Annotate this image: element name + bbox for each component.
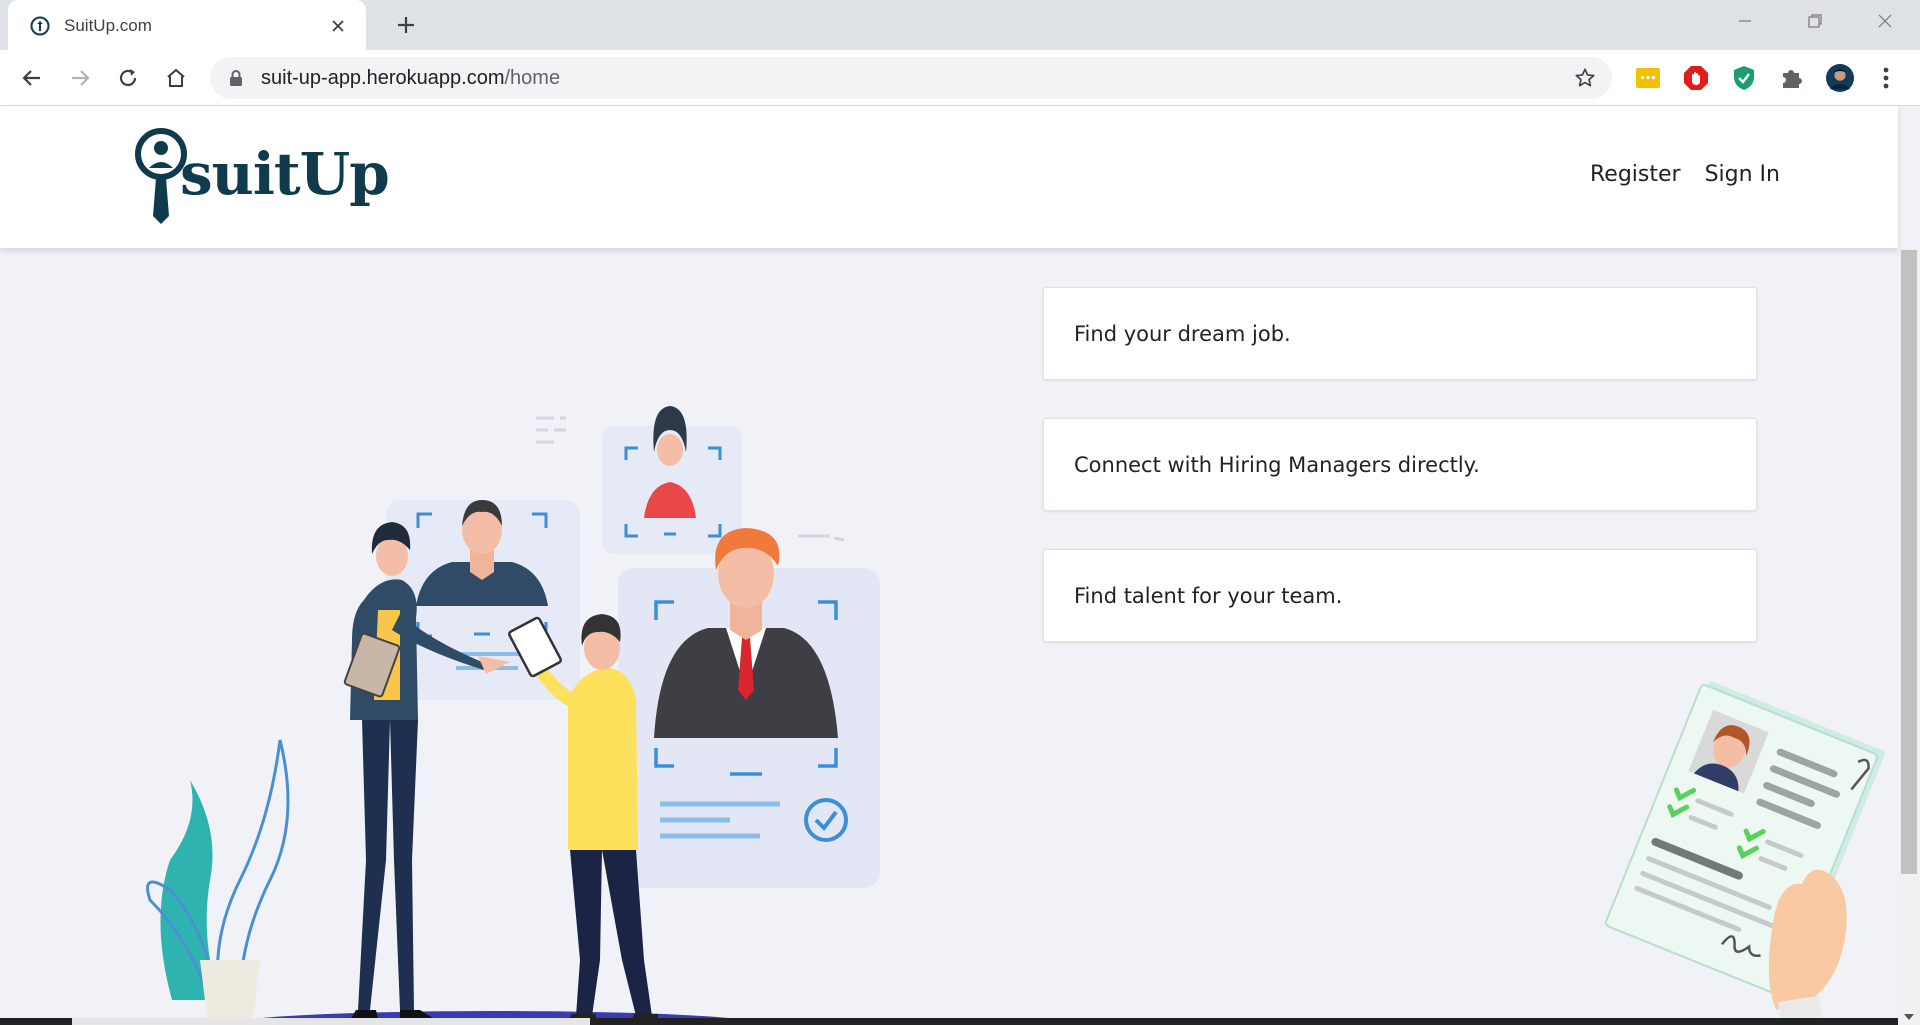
home-icon[interactable] [160,62,192,94]
back-arrow-icon[interactable] [16,62,48,94]
tab-title: SuitUp.com [64,15,152,35]
horizontal-scroll-thumb[interactable] [72,1018,590,1025]
address-bar[interactable]: suit-up-app.herokuapp.com/home [210,57,1612,99]
shield-extension-icon[interactable] [1730,64,1758,92]
menu-dots-icon[interactable] [1872,64,1900,92]
star-icon[interactable] [1574,67,1596,89]
feature-text: Find your dream job. [1074,321,1291,346]
feature-card: Connect with Hiring Managers directly. [1043,418,1757,511]
window-close-icon[interactable] [1850,0,1920,42]
close-icon[interactable] [326,14,350,38]
main-nav: Register Sign In [1590,162,1780,187]
site-header: suitUp Register Sign In [0,106,1898,248]
hiring-illustration [146,406,880,1025]
scrollbar-thumb[interactable] [1901,250,1917,874]
adblock-icon[interactable] [1682,64,1710,92]
avatar[interactable] [1826,64,1854,92]
url-text: suit-up-app.herokuapp.com/home [261,67,561,89]
suitup-logo[interactable]: suitUp [132,126,390,226]
lock-icon[interactable] [228,69,244,87]
logo-text: suitUp [180,140,390,208]
register-link[interactable]: Register [1590,162,1681,187]
reload-icon[interactable] [112,62,144,94]
keyboard-extension-icon[interactable] [1634,64,1662,92]
page-scrollbar[interactable] [1898,248,1920,1025]
scroll-down-arrow-icon[interactable] [1903,1013,1915,1021]
sign-in-link[interactable]: Sign In [1705,162,1780,187]
feature-text: Connect with Hiring Managers directly. [1074,452,1480,477]
puzzle-icon[interactable] [1778,64,1806,92]
window-controls [1710,0,1920,42]
favicon-icon [30,16,50,35]
forward-arrow-icon[interactable] [64,62,96,94]
browser-toolbar: suit-up-app.herokuapp.com/home [0,50,1920,106]
browser-tab[interactable]: SuitUp.com [8,0,366,51]
feature-card: Find your dream job. [1043,287,1757,380]
feature-card: Find talent for your team. [1043,549,1757,642]
plus-icon[interactable] [392,11,420,39]
resume-illustration [1604,681,1885,1025]
minimize-icon[interactable] [1710,0,1780,42]
feature-text: Find talent for your team. [1074,583,1343,608]
browser-tabstrip: SuitUp.com [0,0,1920,51]
restore-icon[interactable] [1780,0,1850,42]
